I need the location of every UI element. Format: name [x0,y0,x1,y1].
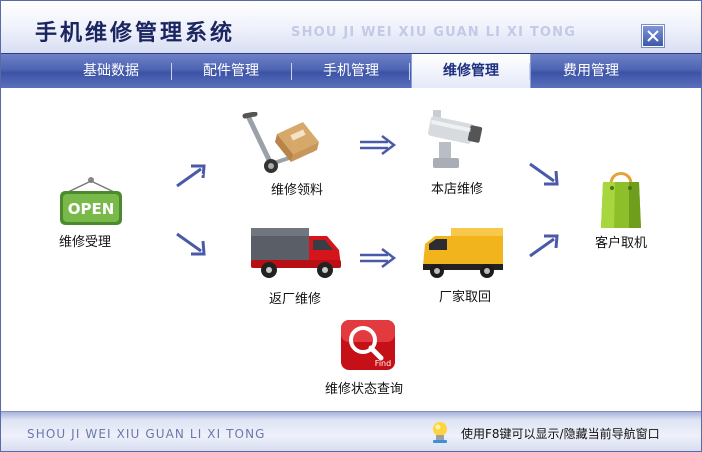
repair-accept-button[interactable]: OPEN 维修受理 [51,176,131,250]
find-badge-text: Find [375,359,391,368]
customer-pickup-button[interactable]: 客户取机 [589,168,659,251]
magnifier-find-icon: Find [341,320,395,370]
close-button[interactable] [641,24,665,48]
footer-brand: SHOU JI WEI XIU GUAN LI XI TONG [27,427,266,441]
lightbulb-icon [433,422,447,443]
return-factory-button[interactable]: 返厂维修 [245,222,345,307]
app-title: 手机维修管理系统 [35,21,236,46]
workflow-panel: OPEN 维修受理 维修领料 本店维修 客户取机 返厂维修 厂家取回 Find … [1,88,701,411]
status-footer: SHOU JI WEI XIU GUAN LI XI TONG 使用F8键可以显… [1,411,701,451]
nav-separator [529,63,530,80]
inhouse-repair-label: 本店维修 [431,182,484,197]
repair-parts-button[interactable]: 维修领料 [237,108,327,198]
customer-pickup-label: 客户取机 [595,236,648,251]
factory-retrieve-label: 厂家取回 [439,290,492,305]
nav-tab-parts[interactable]: 配件管理 [187,54,275,88]
yellow-truck-icon [423,228,503,278]
inhouse-repair-button[interactable]: 本店维修 [415,106,495,198]
repair-status-query-label: 维修状态查询 [325,382,404,397]
security-camera-icon [427,110,483,168]
footer-hint: 使用F8键可以显示/隐藏当前导航窗口 [461,427,660,441]
nav-separator [171,63,172,80]
shopping-bag-icon [601,172,641,228]
arrow-up-right-icon [529,234,559,258]
arrow-down-right-icon [176,232,206,256]
arrow-up-right-icon [176,164,206,190]
close-icon [647,30,659,42]
red-truck-icon [251,228,341,278]
app-window: 手机维修管理系统 SHOU JI WEI XIU GUAN LI XI TONG… [0,0,702,452]
hand-truck-icon [242,112,319,173]
open-sign-text: OPEN [68,200,115,218]
arrow-right-icon [360,248,397,268]
repair-accept-label: 维修受理 [59,235,112,250]
nav-tab-basic-data[interactable]: 基础数据 [67,54,155,88]
main-nav: 基础数据 配件管理 手机管理 维修管理 费用管理 [1,53,701,89]
nav-tab-fees[interactable]: 费用管理 [547,54,635,88]
factory-retrieve-button[interactable]: 厂家取回 [419,224,505,306]
arrow-down-right-icon [529,162,559,186]
return-factory-label: 返厂维修 [269,292,322,307]
open-sign-icon: OPEN [60,177,122,225]
repair-status-query-button[interactable]: Find 维修状态查询 [321,316,421,398]
title-bar: 手机维修管理系统 SHOU JI WEI XIU GUAN LI XI TONG [1,1,701,53]
nav-tab-phones[interactable]: 手机管理 [307,54,395,88]
arrow-right-icon [360,135,397,155]
repair-parts-label: 维修领料 [271,183,324,198]
nav-tab-repair[interactable]: 维修管理 [411,54,531,88]
nav-separator [291,63,292,80]
nav-separator [409,63,410,80]
app-subtitle: SHOU JI WEI XIU GUAN LI XI TONG [291,25,577,40]
